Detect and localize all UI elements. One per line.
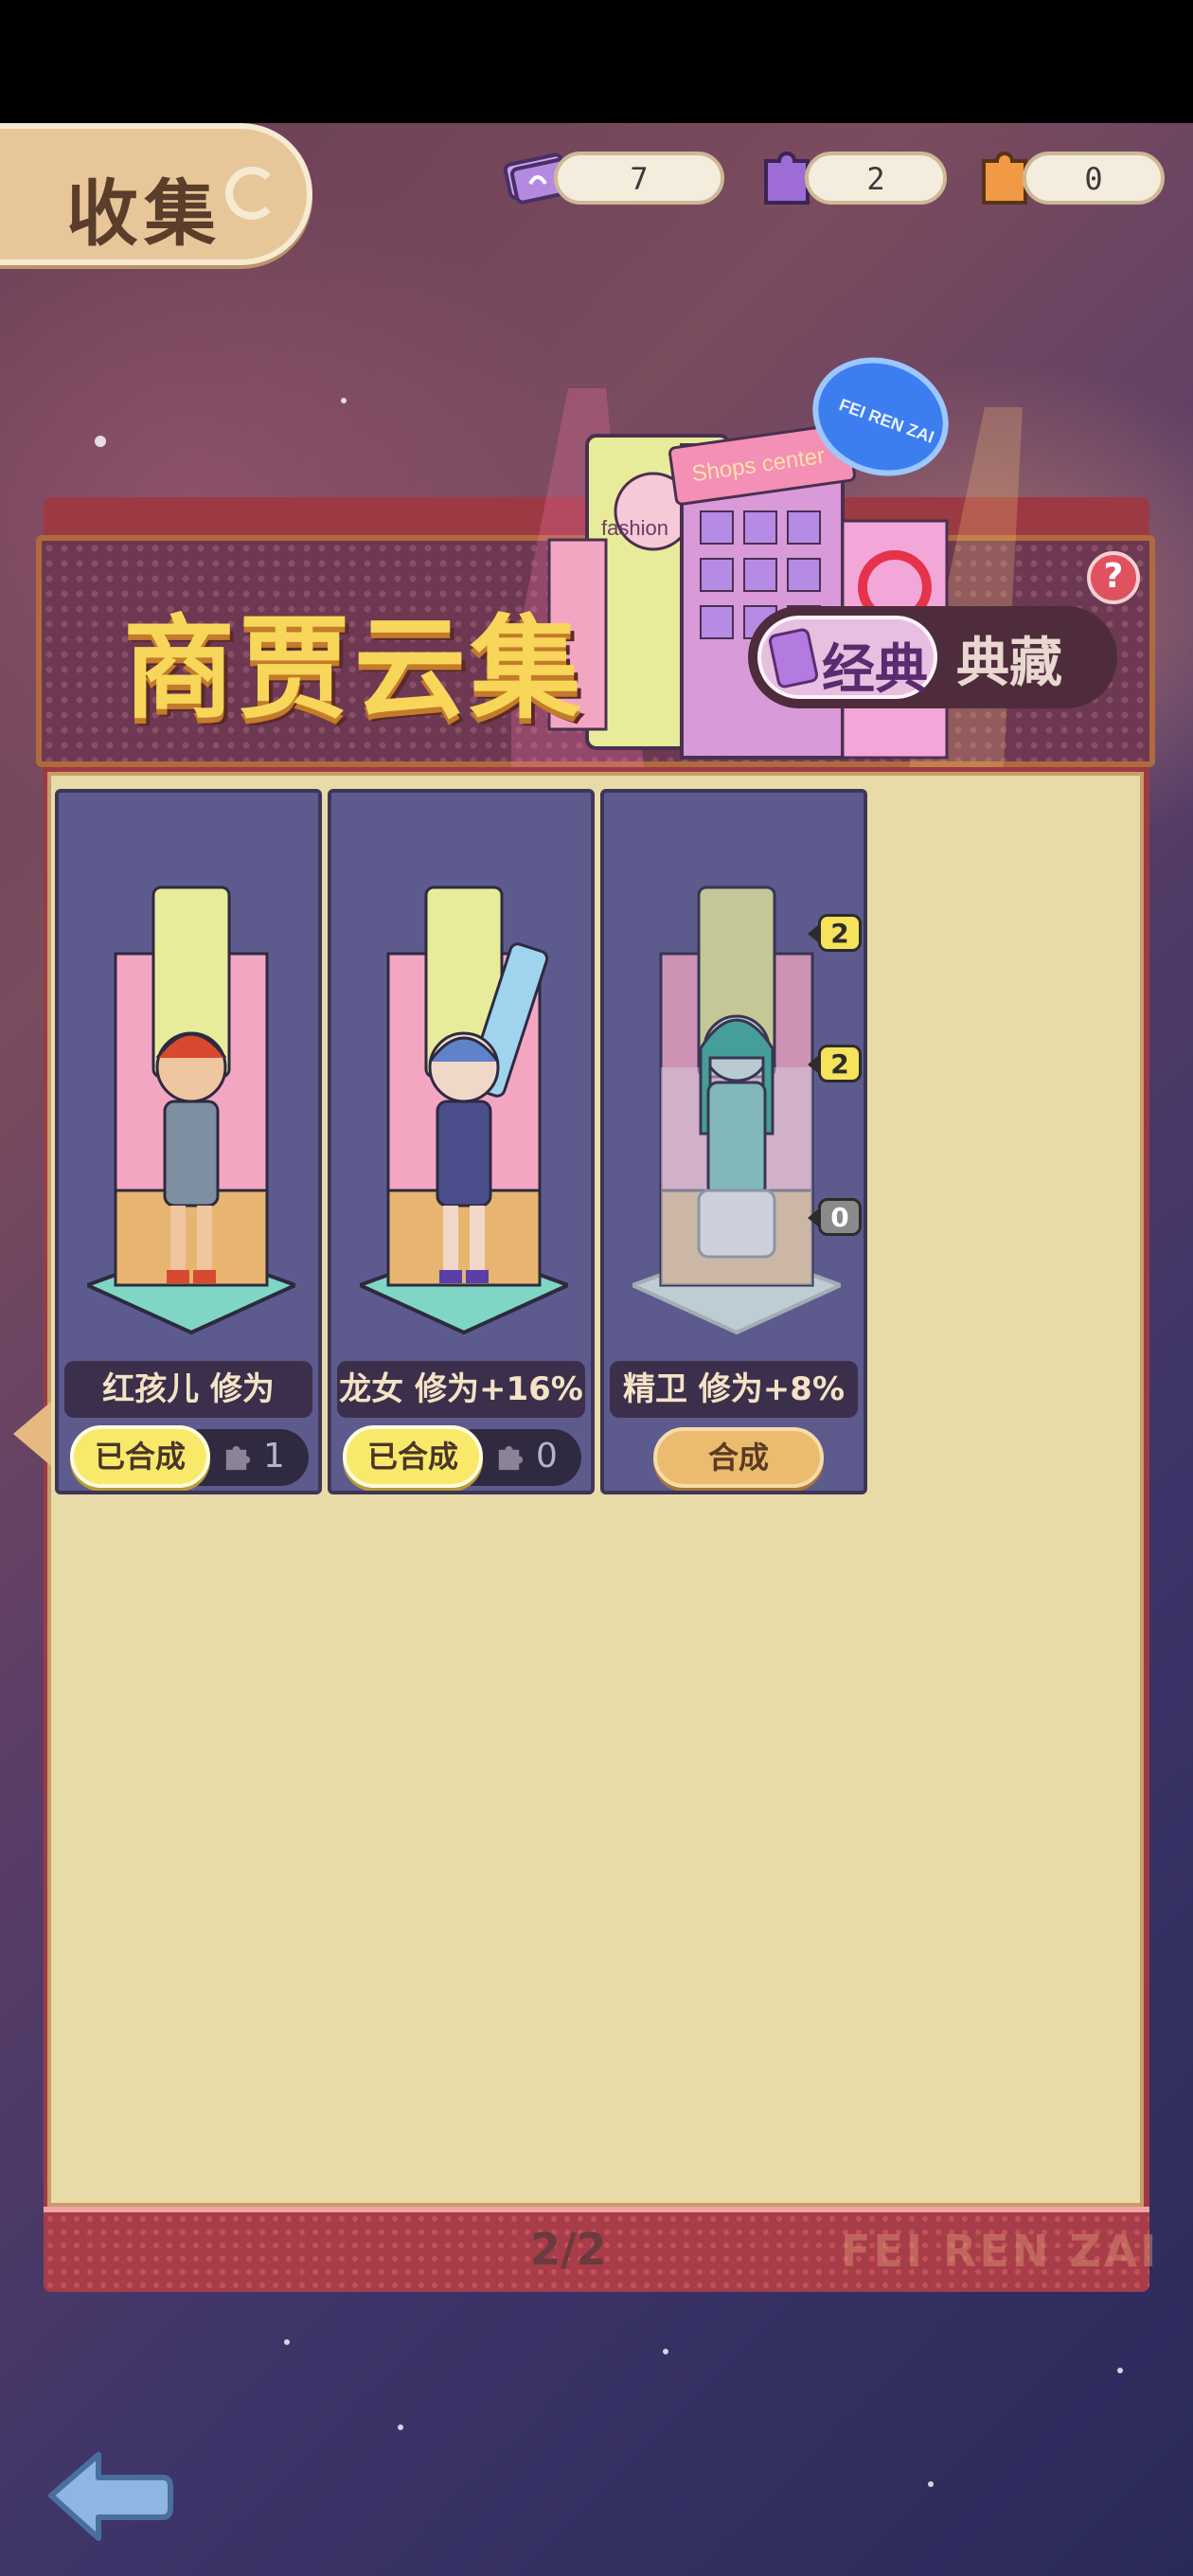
card-status-row: 0 已合成 [343,1425,581,1488]
puzzle-piece-icon [225,1445,251,1471]
ticket-count: 7 [630,161,649,197]
panel-title: 商贾云集 [123,603,586,734]
character-label: 精卫 修为+8% [610,1361,858,1418]
fragment-count: 1 [263,1437,285,1476]
page-title-tab: 收集 [0,123,312,265]
character-illustration-hong-hai-er [87,886,295,1335]
fragment-count: 0 [536,1437,558,1476]
puzzle-piece-icon [498,1445,524,1471]
synthesize-button[interactable]: 合成 [653,1427,824,1488]
character-illustration-jing-wei [632,886,841,1335]
swirl-ornament-icon [225,167,278,220]
card-chip-icon [767,627,820,689]
character-card-jing-wei[interactable]: 2 2 0 精卫 修为+8% 合成 [600,789,867,1494]
piece-badge: 0 [808,1198,862,1236]
brand-watermark: FEI REN ZAI [841,2226,1160,2277]
piece-badge: 2 [808,1045,862,1082]
character-illustration-long-nv [360,886,568,1335]
synthesized-button[interactable]: 已合成 [70,1425,210,1488]
ticket-counter: 7 [554,152,724,205]
help-button[interactable]: ? [1087,551,1140,604]
tab-classic[interactable]: 经典 [757,616,937,701]
orange-puzzle-counter: 0 [1023,152,1165,205]
purple-puzzle-counter: 2 [805,152,947,205]
tab-classic-label: 经典 [822,639,928,701]
character-card-long-nv[interactable]: 龙女 修为+16% 0 已合成 [328,789,595,1494]
purple-puzzle-count: 2 [866,161,885,197]
page-title: 收集 [66,171,222,256]
piece-badge: 2 [808,914,862,952]
status-bar-area [0,0,1193,123]
synthesized-button[interactable]: 已合成 [343,1425,483,1488]
orange-puzzle-count: 0 [1084,161,1103,197]
character-card-hong-hai-er[interactable]: 红孩儿 修为+16% 1 已合成 [55,789,322,1494]
character-label: 龙女 修为+16% [337,1361,585,1418]
page-indicator: 2/2 [530,2224,607,2275]
tab-collection[interactable]: 典藏 [956,620,1062,697]
card-status-row: 1 已合成 [70,1425,309,1488]
previous-page-arrow-icon[interactable] [13,1402,51,1466]
character-label: 红孩儿 修为+16% [64,1361,312,1465]
hero-billboard-text: fashion [601,516,668,540]
back-arrow-icon[interactable] [42,2443,174,2548]
